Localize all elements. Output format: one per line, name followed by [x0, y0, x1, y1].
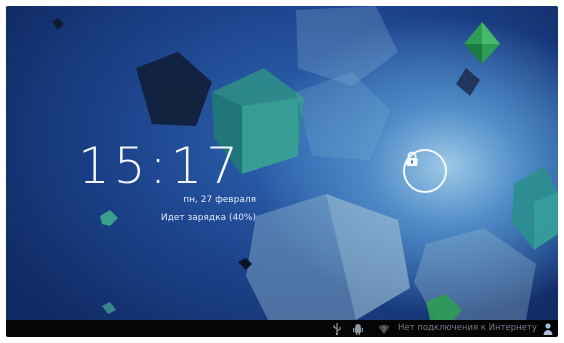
lockscreen-wallpaper: 15:17 пн, 27 февраля Идет зарядка (40%) [6, 6, 558, 320]
unlock-handle[interactable] [403, 149, 447, 193]
usb-icon [331, 322, 343, 335]
charging-status: Идет зарядка (40%) [160, 213, 256, 223]
lockscreen-clock: 15:17 [78, 137, 243, 195]
tablet-screen: 15:17 пн, 27 февраля Идет зарядка (40%) [6, 6, 558, 337]
android-debug-icon [351, 322, 365, 335]
lockscreen-date: пн, 27 февраля [183, 195, 256, 205]
network-status-text: Нет подключения к Интернету [398, 323, 537, 333]
system-status-bar: ? Нет подключения к Интернету [6, 320, 558, 337]
wifi-icon: ? [377, 322, 391, 335]
svg-text:?: ? [382, 326, 386, 334]
user-icon[interactable] [542, 322, 554, 335]
padlock-icon [406, 151, 418, 166]
